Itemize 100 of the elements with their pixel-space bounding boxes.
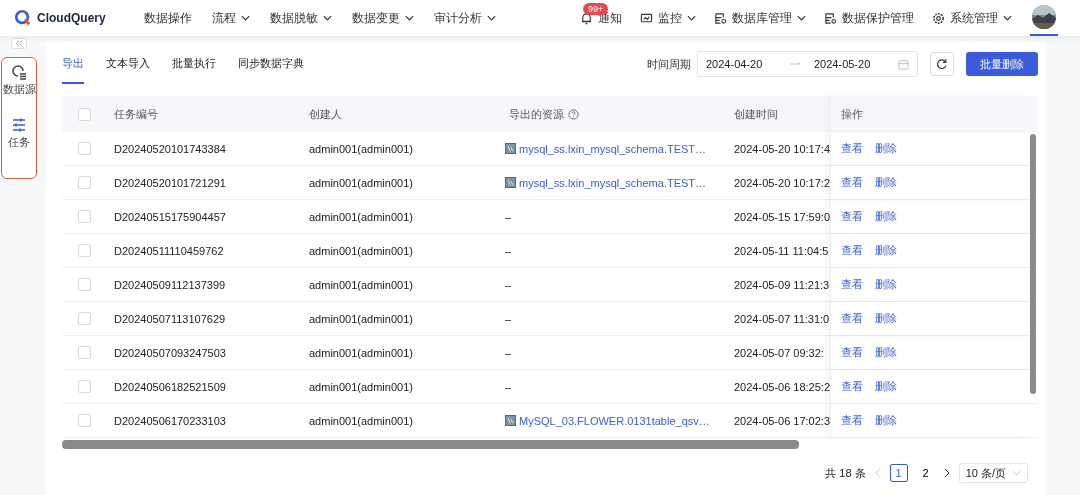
help-icon (568, 108, 579, 120)
view-link[interactable]: 查看 (841, 141, 863, 156)
nav-menu-item[interactable]: 数据脱敏 (270, 10, 332, 26)
table-cell: admin001(admin001) (309, 278, 413, 291)
settings-icon (932, 11, 945, 25)
next-page-icon[interactable] (943, 468, 950, 478)
column-header: 导出的资源 (509, 106, 564, 122)
table-cell: admin001(admin001) (309, 142, 413, 155)
table-cell: D20240520101721291 (114, 176, 226, 189)
nav-menu-item[interactable]: 审计分析 (434, 10, 496, 26)
nav-menu-item[interactable]: 数据变更 (352, 10, 414, 26)
row-checkbox[interactable] (78, 210, 91, 223)
table-cell: D20240506170233103 (114, 414, 226, 427)
filter-label: 时间周期 (647, 56, 691, 72)
collapse-icon[interactable] (11, 38, 27, 49)
batch-delete-button[interactable]: 批量删除 (966, 52, 1038, 76)
total-count: 共 18 条 (825, 465, 866, 481)
table-cell: D20240515175904457 (114, 210, 226, 223)
horizontal-scrollbar[interactable] (62, 440, 799, 449)
delete-link[interactable]: 删除 (875, 243, 897, 258)
view-link[interactable]: 查看 (841, 209, 863, 224)
column-header: 操作 (841, 106, 863, 122)
table-cell: 2024-05-09 11:21:3 (734, 278, 830, 291)
resource-link[interactable]: MySQL_03.FLOWER.0131table_qsv… (519, 414, 710, 427)
bell-icon (580, 11, 593, 25)
sidebar-item[interactable]: 任务 (8, 117, 30, 150)
view-link[interactable]: 查看 (841, 379, 863, 394)
table-cell: 2024-05-15 17:59:0 (734, 210, 830, 223)
view-link[interactable]: 查看 (841, 345, 863, 360)
nav-menu-item[interactable]: 数据操作 (144, 10, 192, 26)
delete-link[interactable]: 删除 (875, 277, 897, 292)
view-link[interactable]: 查看 (841, 175, 863, 190)
view-link[interactable]: 查看 (841, 243, 863, 258)
delete-link[interactable]: 删除 (875, 175, 897, 190)
page-button[interactable]: 1 (889, 464, 908, 482)
row-checkbox[interactable] (78, 346, 91, 359)
table-cell: D20240520101743384 (114, 142, 226, 155)
tab[interactable]: 同步数据字典 (238, 44, 304, 84)
date-range-field[interactable]: 2024-04-20 2024-05-20 (697, 51, 918, 77)
column-header: 创建时间 (734, 106, 778, 122)
search-list-icon (11, 64, 27, 80)
document-icon (824, 11, 837, 25)
logo-icon (14, 9, 32, 27)
table-cell: admin001(admin001) (309, 210, 413, 223)
nav-menu-item[interactable]: 数据库管理 (714, 10, 806, 26)
table-cell: D20240509112137399 (114, 278, 226, 291)
table-cell: – (505, 244, 512, 257)
vertical-scrollbar[interactable] (1030, 134, 1036, 394)
delete-link[interactable]: 删除 (875, 379, 897, 394)
nav-menu-item[interactable]: 数据保护管理 (824, 10, 914, 26)
select-all-checkbox[interactable] (78, 107, 91, 121)
table-cell: admin001(admin001) (309, 346, 413, 359)
table-cell: D20240511110459762 (114, 244, 224, 257)
row-checkbox[interactable] (78, 176, 91, 189)
tab[interactable]: 文本导入 (106, 44, 150, 84)
view-link[interactable]: 查看 (841, 277, 863, 292)
table-cell: admin001(admin001) (309, 312, 413, 325)
table-cell: – (505, 346, 512, 359)
nav-menu-item[interactable]: 流程 (212, 10, 250, 26)
refresh-icon (936, 58, 948, 70)
caret-icon (1012, 470, 1021, 476)
view-link[interactable]: 查看 (841, 311, 863, 326)
previous-page-icon[interactable] (874, 468, 881, 478)
table-cell: 2024-05-20 10:17:4 (734, 142, 830, 155)
row-checkbox[interactable] (78, 312, 91, 325)
tab[interactable]: 导出 (62, 44, 84, 84)
sliders-icon (11, 117, 27, 133)
row-checkbox[interactable] (78, 278, 91, 291)
nav-menu-item[interactable]: 监控 (640, 10, 696, 26)
delete-link[interactable]: 删除 (875, 141, 897, 156)
resource-link[interactable]: mysql_ss.lxin_mysql_schema.TEST… (519, 176, 707, 189)
nav-menu-item[interactable]: 系统管理 (932, 10, 1012, 26)
page-size-select[interactable]: 10 条/页 (958, 463, 1028, 483)
row-checkbox[interactable] (78, 380, 91, 393)
column-header: 创建人 (309, 106, 342, 122)
view-link[interactable]: 查看 (841, 413, 863, 428)
delete-link[interactable]: 删除 (875, 311, 897, 326)
tab[interactable]: 批量执行 (172, 44, 216, 84)
table-icon (505, 143, 516, 154)
table-cell: – (505, 312, 512, 325)
table-cell: 2024-05-07 11:31:0 (734, 312, 830, 325)
document-icon (714, 11, 727, 25)
table-cell: 2024-05-20 10:17:2 (734, 176, 830, 189)
page-button[interactable]: 2 (916, 464, 935, 482)
calendar-icon (898, 58, 909, 70)
brand-name: CloudQuery (37, 11, 106, 25)
refresh-button[interactable] (930, 52, 954, 76)
monitor-icon (640, 11, 653, 25)
sidebar-item[interactable]: 数据源 (2, 64, 36, 97)
row-checkbox[interactable] (78, 414, 91, 427)
table-cell: – (505, 380, 512, 393)
row-checkbox[interactable] (78, 244, 91, 257)
resource-link[interactable]: mysql_ss.lxin_mysql_schema.TEST… (519, 142, 707, 155)
table-cell: 2024-05-11 11:04:5 (734, 244, 829, 257)
row-checkbox[interactable] (78, 142, 91, 155)
delete-link[interactable]: 删除 (875, 345, 897, 360)
table-cell: admin001(admin001) (309, 176, 413, 189)
delete-link[interactable]: 删除 (875, 209, 897, 224)
delete-link[interactable]: 删除 (875, 413, 897, 428)
table-cell: admin001(admin001) (309, 380, 413, 393)
